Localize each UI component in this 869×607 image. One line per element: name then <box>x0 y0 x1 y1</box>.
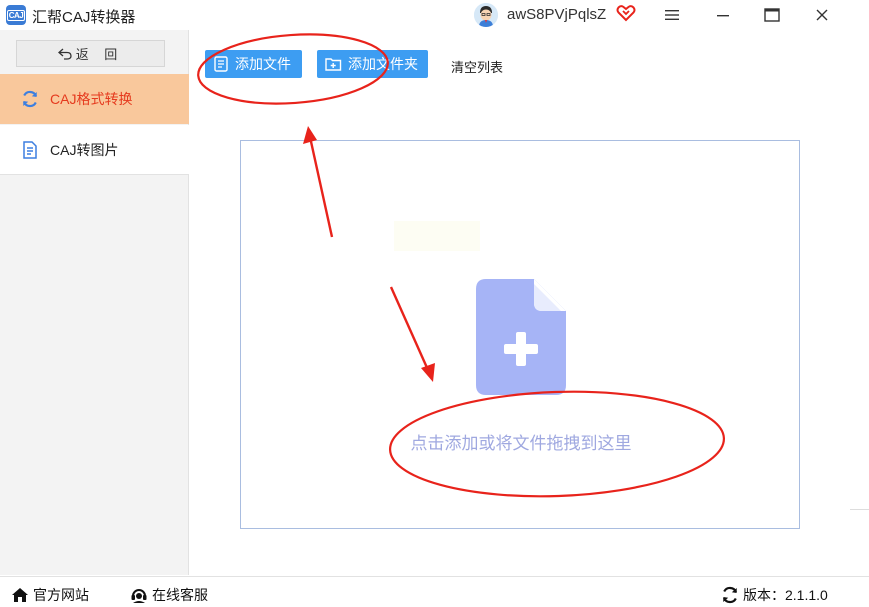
back-button[interactable]: 返 回 <box>16 40 165 67</box>
maximize-icon[interactable] <box>761 4 783 26</box>
update-icon <box>722 586 738 604</box>
back-button-label: 返 回 <box>75 47 124 62</box>
file-drop-zone[interactable]: 点击添加或将文件拖拽到这里 <box>240 140 800 529</box>
sidebar-item-caj-format-convert[interactable]: CAJ格式转换 <box>0 74 189 124</box>
app-logo-icon: CAJ <box>6 5 26 25</box>
version-label: 版本：2.1.1.0 <box>743 587 828 603</box>
online-support-label: 在线客服 <box>152 587 208 603</box>
file-icon <box>214 56 228 72</box>
clear-list-button[interactable]: 清空列表 <box>451 57 503 76</box>
app-title: 汇帮CAJ转换器 <box>32 9 136 26</box>
menu-icon[interactable] <box>661 4 683 26</box>
avatar[interactable] <box>474 3 498 27</box>
sidebar-item-caj-to-image[interactable]: CAJ转图片 <box>0 125 189 175</box>
add-file-button[interactable]: 添加文件 <box>205 50 302 78</box>
sidebar-item-label: CAJ格式转换 <box>50 91 133 107</box>
minimize-icon[interactable] <box>712 4 734 26</box>
refresh-icon <box>20 89 40 109</box>
faint-highlight <box>394 221 480 251</box>
home-icon <box>12 588 28 602</box>
version-info[interactable]: 版本：2.1.1.0 <box>721 585 828 605</box>
sidebar: 返 回 CAJ格式转换 CAJ转图片 <box>0 30 189 575</box>
document-icon <box>20 140 40 160</box>
official-website-label: 官方网站 <box>33 587 89 603</box>
folder-add-icon <box>325 58 342 71</box>
sidebar-item-label: CAJ转图片 <box>50 141 119 158</box>
vip-heart-icon[interactable] <box>616 3 636 23</box>
drop-hint-text: 点击添加或将文件拖拽到这里 <box>410 434 632 453</box>
add-folder-button[interactable]: 添加文件夹 <box>317 50 428 78</box>
status-bar: 官方网站 在线客服 版本：2.1.1.0 <box>0 576 869 607</box>
add-file-icon[interactable] <box>476 279 566 400</box>
edge-divider <box>850 509 869 510</box>
title-bar: CAJ 汇帮CAJ转换器 awS8PVjPqlsZ <box>0 0 869 30</box>
close-icon[interactable] <box>811 4 833 26</box>
username[interactable]: awS8PVjPqlsZ <box>507 6 606 23</box>
online-support-link[interactable]: 在线客服 <box>130 585 208 605</box>
add-folder-label: 添加文件夹 <box>348 56 418 72</box>
headset-icon <box>131 589 147 603</box>
back-arrow-icon <box>57 48 72 60</box>
add-file-label: 添加文件 <box>235 56 291 72</box>
official-website-link[interactable]: 官方网站 <box>11 585 89 605</box>
